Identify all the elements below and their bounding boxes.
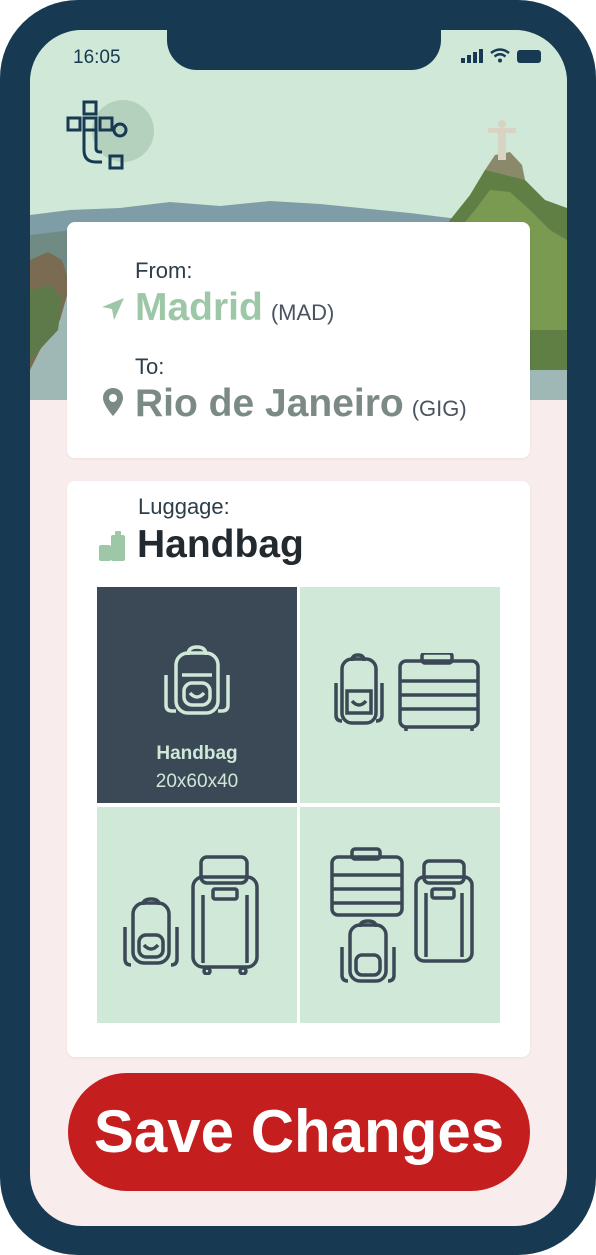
luggage-option-backpack-suitcase[interactable] bbox=[300, 587, 500, 803]
luggage-option-backpack-trolley[interactable] bbox=[97, 807, 297, 1023]
wifi-icon bbox=[490, 48, 510, 63]
from-city-name: Madrid bbox=[135, 286, 263, 329]
signal-icon bbox=[461, 49, 483, 63]
to-city-name: Rio de Janeiro bbox=[135, 382, 404, 425]
tile-size: 20x60x40 bbox=[155, 771, 239, 792]
luggage-card: Luggage: Handbag Handbag 20x60x40 bbox=[67, 481, 530, 1057]
luggage-icon bbox=[99, 531, 125, 561]
status-icons bbox=[461, 48, 541, 63]
to-city[interactable]: Rio de Janeiro (GIG) bbox=[135, 382, 467, 426]
from-code: (MAD) bbox=[270, 300, 335, 325]
from-city[interactable]: Madrid (MAD) bbox=[135, 286, 334, 330]
to-code: (GIG) bbox=[411, 396, 467, 421]
luggage-option-handbag[interactable]: Handbag 20x60x40 bbox=[97, 587, 297, 803]
app-screen: 16:05 From: Madrid (MAD) To: Rio de Jane… bbox=[30, 30, 567, 1226]
tile-name: Handbag bbox=[156, 743, 238, 764]
app-logo-icon bbox=[66, 100, 128, 170]
to-label: To: bbox=[135, 354, 165, 379]
save-changes-button[interactable]: Save Changes bbox=[68, 1073, 530, 1191]
battery-icon bbox=[517, 50, 541, 63]
luggage-option-full-set[interactable] bbox=[300, 807, 500, 1023]
from-label: From: bbox=[135, 258, 193, 283]
luggage-label: Luggage: bbox=[138, 494, 230, 519]
phone-notch bbox=[167, 30, 441, 70]
backpack-suitcase-icon bbox=[334, 653, 480, 731]
status-time: 16:05 bbox=[73, 47, 121, 68]
route-card: From: Madrid (MAD) To: Rio de Janeiro (GIG… bbox=[67, 222, 530, 458]
luggage-options-grid: Handbag 20x60x40 bbox=[97, 587, 503, 1027]
location-pin-icon bbox=[103, 388, 123, 416]
backpack-trolley-icon bbox=[123, 855, 259, 975]
phone-frame: 16:05 From: Madrid (MAD) To: Rio de Jane… bbox=[0, 0, 596, 1255]
full-luggage-set-icon bbox=[330, 847, 474, 983]
selected-luggage: Handbag bbox=[137, 523, 304, 566]
backpack-icon bbox=[164, 645, 230, 715]
navigation-arrow-icon bbox=[102, 298, 124, 320]
